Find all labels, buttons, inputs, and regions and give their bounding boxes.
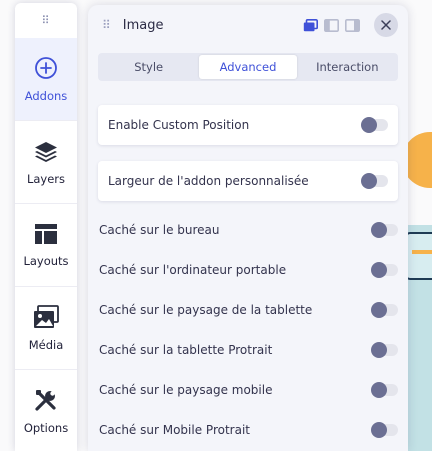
panel-title: Image	[122, 17, 164, 33]
option-label: Caché sur le bureau	[99, 223, 220, 237]
plus-circle-icon	[35, 56, 57, 79]
sidebar-item-addons[interactable]: Addons	[15, 38, 77, 121]
option-hide-tablet-landscape: Caché sur le paysage de la tablette	[98, 290, 398, 330]
drag-handle-icon[interactable]: ⠿	[102, 19, 111, 31]
option-label: Enable Custom Position	[108, 118, 250, 132]
option-hide-desktop: Caché sur le bureau	[98, 210, 398, 250]
panel-icon[interactable]	[345, 18, 360, 32]
option-label: Caché sur le paysage mobile	[99, 383, 273, 397]
dock-icon[interactable]	[303, 18, 318, 32]
layout-icon	[35, 223, 57, 244]
toggle-switch[interactable]	[371, 222, 398, 238]
tab-advanced[interactable]: Advanced	[199, 55, 297, 79]
toggle-switch[interactable]	[371, 422, 398, 438]
close-icon	[381, 20, 391, 30]
option-custom-width: Largeur de l'addon personnalisée	[98, 161, 398, 201]
panel-header: ⠿ Image	[88, 5, 408, 45]
media-icon	[34, 304, 59, 328]
option-label: Caché sur l'ordinateur portable	[99, 263, 287, 277]
option-label: Largeur de l'addon personnalisée	[108, 174, 309, 188]
toggle-knob	[361, 173, 377, 189]
toggle-switch[interactable]	[361, 173, 388, 189]
option-hide-mobile-landscape: Caché sur le paysage mobile	[98, 370, 398, 410]
toggle-knob	[371, 222, 387, 238]
option-label: Caché sur la tablette Protrait	[99, 343, 273, 357]
sidebar-item-layouts[interactable]: Layouts	[15, 204, 77, 287]
sidebar-item-label: Addons	[24, 88, 68, 103]
option-label: Caché sur Mobile Protrait	[99, 423, 250, 437]
toggle-switch[interactable]	[371, 262, 398, 278]
addon-sidebar: ⠿ Addons Layers Layouts Média Options	[15, 3, 77, 451]
sidebar-item-label: Média	[28, 337, 64, 352]
toggle-switch[interactable]	[371, 342, 398, 358]
sidebar-item-label: Options	[23, 420, 69, 435]
toggle-knob	[371, 262, 387, 278]
close-button[interactable]	[374, 13, 398, 37]
tab-interaction[interactable]: Interaction	[299, 55, 396, 79]
toggle-switch[interactable]	[371, 382, 398, 398]
sidebar-drag-handle[interactable]: ⠿	[15, 3, 77, 38]
toggle-switch[interactable]	[371, 302, 398, 318]
toggle-knob	[371, 342, 387, 358]
sidebar-item-layers[interactable]: Layers	[15, 121, 77, 204]
toggle-knob	[371, 382, 387, 398]
option-hide-mobile-portrait: Caché sur Mobile Protrait	[98, 410, 398, 450]
toggle-knob	[371, 302, 387, 318]
tools-icon	[35, 389, 56, 411]
sidebar-item-options[interactable]: Options	[15, 370, 77, 451]
split-icon[interactable]	[324, 18, 339, 32]
canvas-device-illustration	[405, 232, 432, 280]
option-label: Caché sur le paysage de la tablette	[99, 303, 313, 317]
panel-tabs: Style Advanced Interaction	[98, 53, 398, 81]
toggle-knob	[361, 117, 377, 133]
image-settings-panel: ⠿ Image Style Advanced Interaction Enabl…	[88, 5, 408, 451]
option-hide-laptop: Caché sur l'ordinateur portable	[98, 250, 398, 290]
sidebar-item-label: Layouts	[23, 253, 69, 268]
sidebar-item-media[interactable]: Média	[15, 287, 77, 370]
option-hide-tablet-portrait: Caché sur la tablette Protrait	[98, 330, 398, 370]
layers-icon	[35, 141, 57, 162]
option-custom-position: Enable Custom Position	[98, 105, 398, 145]
view-mode-icons	[303, 18, 360, 32]
toggle-knob	[371, 422, 387, 438]
tab-style[interactable]: Style	[100, 55, 197, 79]
toggle-switch[interactable]	[361, 117, 388, 133]
sidebar-item-label: Layers	[26, 171, 66, 186]
